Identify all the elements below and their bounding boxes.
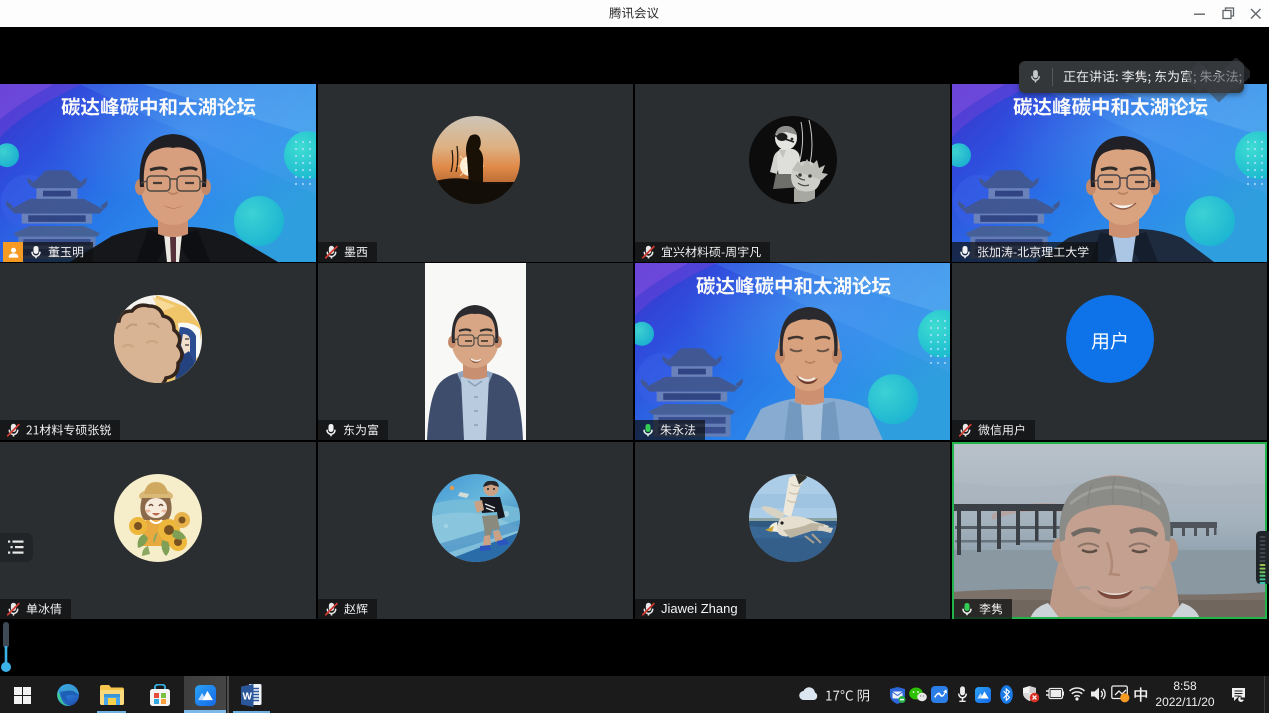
svg-text:W: W [242, 692, 252, 703]
